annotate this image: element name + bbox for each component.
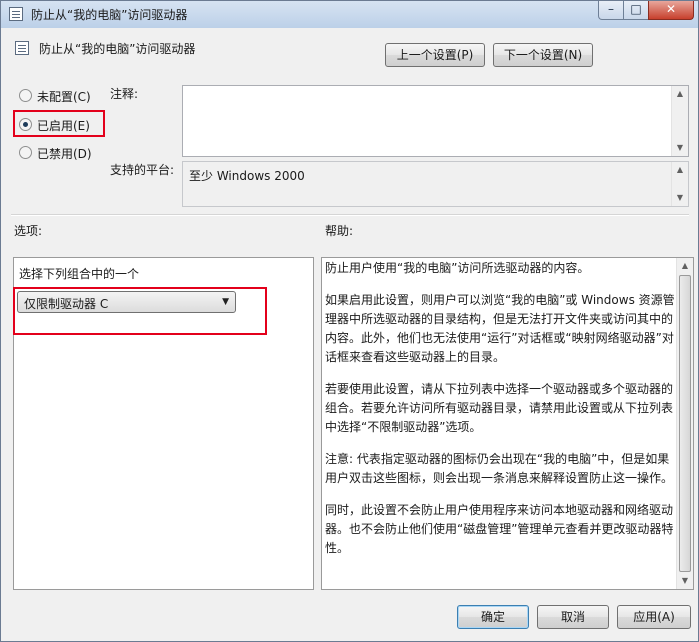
radio-enabled[interactable]	[19, 118, 32, 131]
radio-enabled-label[interactable]: 已启用(E)	[37, 117, 90, 134]
scroll-down-icon[interactable]: ▼	[672, 190, 688, 206]
help-paragraph: 若要使用此设置，请从下拉列表中选择一个驱动器或多个驱动器的组合。若要允许访问所有…	[325, 382, 674, 434]
help-scroll-thumb[interactable]	[679, 275, 691, 572]
section-divider	[11, 214, 689, 216]
platform-scrollbar[interactable]: ▲ ▼	[671, 162, 688, 206]
radio-not-configured[interactable]	[19, 89, 32, 102]
policy-dialog: 防止从“我的电脑”访问驱动器 – □ ✕ 防止从“我的电脑”访问驱动器 上一个设…	[0, 0, 699, 642]
title-bar[interactable]: 防止从“我的电脑”访问驱动器	[1, 1, 698, 28]
scroll-up-icon[interactable]: ▲	[677, 258, 693, 274]
cancel-button[interactable]: 取消	[537, 605, 609, 629]
help-paragraph: 同时，此设置不会防止用户使用程序来访问本地驱动器和网络驱动器。也不会防止他们使用…	[325, 503, 674, 555]
combo-value: 仅限制驱动器 C	[24, 297, 109, 311]
setting-title: 防止从“我的电脑”访问驱动器	[39, 42, 196, 56]
help-scrollbar[interactable]: ▲ ▼	[676, 258, 693, 589]
comment-textarea[interactable]: ▲ ▼	[182, 85, 689, 157]
previous-setting-button[interactable]: 上一个设置(P)	[385, 43, 485, 67]
radio-disabled-label[interactable]: 已禁用(D)	[37, 145, 92, 162]
help-text: 防止用户使用“我的电脑”访问所选驱动器的内容。如果启用此设置，则用户可以浏览“我…	[325, 259, 675, 571]
apply-button[interactable]: 应用(A)	[617, 605, 691, 629]
maximize-button[interactable]: □	[623, 1, 649, 20]
scroll-down-icon[interactable]: ▼	[677, 573, 693, 589]
setting-icon	[15, 41, 29, 55]
ok-button[interactable]: 确定	[457, 605, 529, 629]
policy-icon	[9, 7, 23, 21]
dropdown-arrow-icon[interactable]: ▼	[222, 297, 229, 307]
close-button[interactable]: ✕	[648, 1, 694, 20]
options-label: 选项:	[14, 224, 43, 238]
help-paragraph: 防止用户使用“我的电脑”访问所选驱动器的内容。	[325, 261, 590, 275]
radio-not-configured-label[interactable]: 未配置(C)	[37, 88, 91, 105]
platform-label: 支持的平台:	[110, 163, 175, 177]
scroll-up-icon[interactable]: ▲	[672, 162, 688, 178]
platform-box: 至少 Windows 2000 ▲ ▼	[182, 161, 689, 207]
drive-restriction-combo[interactable]: 仅限制驱动器 C ▼	[17, 291, 236, 313]
window-title: 防止从“我的电脑”访问驱动器	[31, 8, 188, 22]
help-paragraph: 注意: 代表指定驱动器的图标仍会出现在“我的电脑”中，但是如果用户双击这些图标，…	[325, 452, 674, 485]
platform-value: 至少 Windows 2000	[189, 169, 305, 183]
combo-caption: 选择下列组合中的一个	[19, 267, 140, 281]
scroll-down-icon[interactable]: ▼	[672, 140, 688, 156]
help-label: 帮助:	[325, 224, 354, 238]
comment-scrollbar[interactable]: ▲ ▼	[671, 86, 688, 156]
help-paragraph: 如果启用此设置，则用户可以浏览“我的电脑”或 Windows 资源管理器中所选驱…	[325, 293, 675, 364]
next-setting-button[interactable]: 下一个设置(N)	[493, 43, 593, 67]
scroll-up-icon[interactable]: ▲	[672, 86, 688, 102]
radio-disabled[interactable]	[19, 146, 32, 159]
comment-label: 注释:	[110, 87, 139, 101]
minimize-button[interactable]: –	[598, 1, 624, 20]
